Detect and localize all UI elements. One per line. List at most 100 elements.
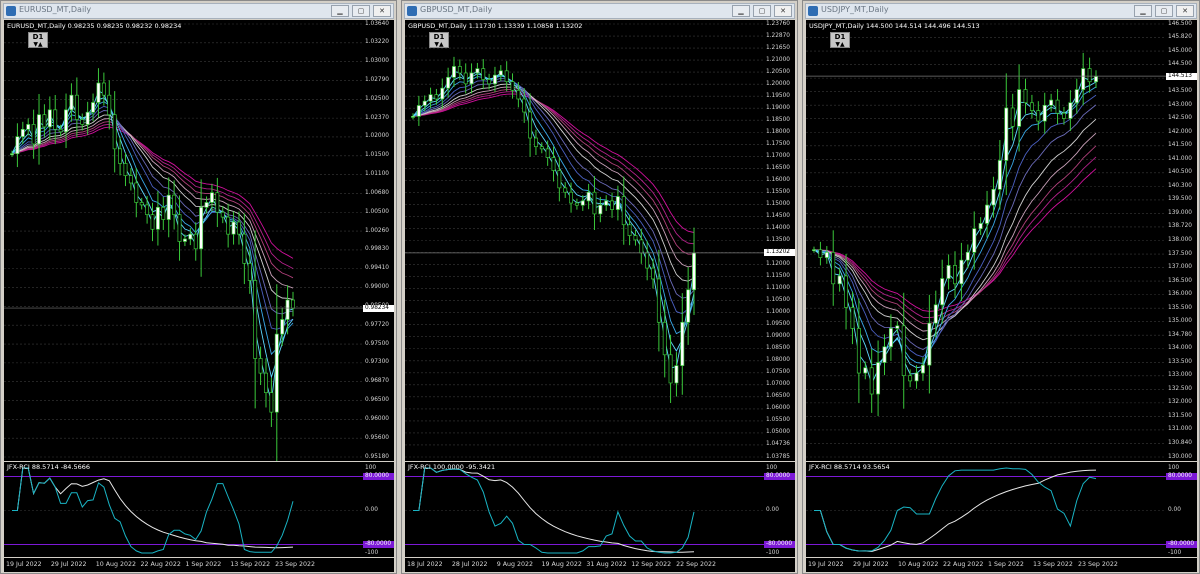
candle-body xyxy=(493,74,497,85)
time-axis-label: 31 Aug 2022 xyxy=(586,561,627,568)
chart-window[interactable]: USDJPY_MT,Daily ▁ ▢ ✕ USDJPY_MT,Daily 14… xyxy=(802,0,1200,574)
chart-window[interactable]: EURUSD_MT,Daily ▁ ▢ ✕ EURUSD_MT,Daily 0.… xyxy=(0,0,397,574)
timeframe-arrows-icon[interactable]: ▼▲ xyxy=(29,41,47,48)
maximize-icon[interactable]: ▢ xyxy=(1155,5,1173,17)
candle-body xyxy=(172,194,177,216)
candle xyxy=(569,182,574,213)
price-chart-pane[interactable]: EURUSD_MT,Daily 0.98235 0.98235 0.98232 … xyxy=(4,20,363,461)
rci-indicator-pane[interactable]: JFX-RCI 88.5714 93.5654 xyxy=(806,462,1166,557)
close-icon[interactable]: ✕ xyxy=(373,5,391,17)
candle-body xyxy=(145,204,150,216)
window-titlebar[interactable]: EURUSD_MT,Daily ▁ ▢ ✕ xyxy=(3,3,394,19)
price-scale-label: 1.18000 xyxy=(766,128,790,135)
minimize-icon[interactable]: ▁ xyxy=(1134,5,1152,17)
timeframe-arrows-icon[interactable]: ▼▲ xyxy=(430,41,448,48)
rci-scale[interactable]: 100 80.0000 0.00 -80.0000 -100 xyxy=(1166,462,1197,557)
rci-fast-line xyxy=(814,467,1097,552)
price-chart-pane[interactable]: USDJPY_MT,Daily 144.500 144.514 144.496 … xyxy=(806,20,1166,461)
candle-body xyxy=(645,252,650,269)
candle xyxy=(985,190,989,238)
candle-body xyxy=(692,252,696,291)
time-axis[interactable]: 19 Jul 2022 29 Jul 2022 10 Aug 2022 22 Aug … xyxy=(806,558,1197,572)
window-titlebar[interactable]: GBPUSD_MT,Daily ▁ ▢ ✕ xyxy=(404,3,795,19)
rci-slow-line xyxy=(12,467,294,549)
candle xyxy=(1074,78,1079,114)
time-axis-label: 1 Sep 2022 xyxy=(185,561,222,568)
candle xyxy=(31,109,36,159)
time-axis-label: 19 Jul 2022 xyxy=(808,561,844,568)
rci-indicator-pane[interactable]: JFX-RCI 88.5714 -84.5666 xyxy=(4,462,363,557)
symbol-header: GBPUSD_MT,Daily 1.11730 1.13339 1.10858 … xyxy=(408,22,583,30)
candle-body xyxy=(440,87,445,100)
price-scale-label: 1.18500 xyxy=(766,116,790,123)
rci-scale[interactable]: 100 80.0000 0.00 -80.0000 -100 xyxy=(764,462,795,557)
rci-indicator-pane[interactable]: JFX-RCI 100.0000 -95.3421 xyxy=(405,462,764,557)
minimize-icon[interactable]: ▁ xyxy=(732,5,750,17)
price-scale-label: 0.99000 xyxy=(365,284,389,291)
candle-body xyxy=(997,160,1002,190)
close-icon[interactable]: ✕ xyxy=(774,5,792,17)
timeframe-badge[interactable]: D1 ▼▲ xyxy=(28,32,48,48)
maximize-icon[interactable]: ▢ xyxy=(352,5,370,17)
candle-body xyxy=(215,192,220,213)
candle-body xyxy=(15,136,20,155)
rci-scale-label: 100 xyxy=(1168,464,1180,471)
window-title: USDJPY_MT,Daily xyxy=(821,5,889,14)
candle-body xyxy=(680,321,685,366)
candle-body xyxy=(177,214,182,242)
price-scale-label: 0.96870 xyxy=(365,378,389,385)
maximize-icon[interactable]: ▢ xyxy=(753,5,771,17)
time-axis-label: 23 Sep 2022 xyxy=(275,561,315,568)
price-scale[interactable]: 1.03640 1.03220 1.03000 1.02790 1.02500 1.023… xyxy=(363,20,394,461)
price-scale-label: 1.11500 xyxy=(766,273,790,280)
minimize-icon[interactable]: ▁ xyxy=(331,5,349,17)
candle xyxy=(416,95,421,126)
price-scale-label: 142.500 xyxy=(1168,115,1192,122)
timeframe-badge[interactable]: D1 ▼▲ xyxy=(830,32,850,48)
candle xyxy=(1029,94,1034,119)
rci-scale-label: -80.0000 xyxy=(363,541,394,548)
close-icon[interactable]: ✕ xyxy=(1176,5,1194,17)
price-scale-label: 1.00500 xyxy=(365,208,389,215)
candle-body xyxy=(188,233,193,240)
candle-body xyxy=(96,82,101,103)
price-scale[interactable]: 1.23760 1.22870 1.21650 1.21000 1.20500 1.200… xyxy=(764,20,795,461)
candle xyxy=(888,314,893,361)
price-chart-pane[interactable]: GBPUSD_MT,Daily 1.11730 1.13339 1.10858 … xyxy=(405,20,764,461)
candle xyxy=(668,334,673,403)
rci-scale-label: 0.00 xyxy=(1168,507,1181,513)
moving-average-line xyxy=(412,75,695,335)
candle-body xyxy=(1055,99,1060,114)
time-axis-label: 19 Jul 2022 xyxy=(6,561,42,568)
price-scale-label: 0.99410 xyxy=(365,265,389,272)
candle xyxy=(1049,93,1054,112)
candle xyxy=(539,142,544,154)
candle-body xyxy=(978,223,983,230)
rci-scale[interactable]: 100 80.0000 0.00 -80.0000 -100 xyxy=(363,462,394,557)
timeframe-arrows-icon[interactable]: ▼▲ xyxy=(831,41,849,48)
candle-body xyxy=(914,372,919,382)
time-axis[interactable]: 19 Jul 2022 29 Jul 2022 10 Aug 2022 22 Aug … xyxy=(4,558,394,572)
candle-body xyxy=(621,196,626,226)
candle xyxy=(199,179,204,277)
moving-average-line xyxy=(813,81,1097,369)
chart-window-icon xyxy=(808,6,818,16)
price-scale-label: 1.14000 xyxy=(766,224,790,231)
candle-body xyxy=(1074,89,1079,104)
candle-body xyxy=(668,354,673,384)
candle-body xyxy=(475,68,480,74)
current-price-tag: 1.13202 xyxy=(764,249,795,257)
window-titlebar[interactable]: USDJPY_MT,Daily ▁ ▢ ✕ xyxy=(805,3,1197,19)
price-scale[interactable]: 146.500145.820145.000144.500144.240143.5… xyxy=(1166,20,1197,461)
price-scale-label: 1.05500 xyxy=(766,417,790,424)
candle-body xyxy=(818,249,823,258)
rci-scale-label: 100 xyxy=(766,464,778,471)
chart-window[interactable]: GBPUSD_MT,Daily ▁ ▢ ✕ GBPUSD_MT,Daily 1.… xyxy=(401,0,798,574)
timeframe-badge[interactable]: D1 ▼▲ xyxy=(429,32,449,48)
candle-body xyxy=(487,79,492,85)
time-axis-label: 10 Aug 2022 xyxy=(95,561,137,568)
candle-body xyxy=(557,170,562,189)
time-axis[interactable]: 18 Jul 2022 28 Jul 2022 9 Aug 2022 19 Aug 2… xyxy=(405,558,795,572)
candle-body xyxy=(446,76,451,89)
current-price-tag: 144.513 xyxy=(1166,72,1197,80)
